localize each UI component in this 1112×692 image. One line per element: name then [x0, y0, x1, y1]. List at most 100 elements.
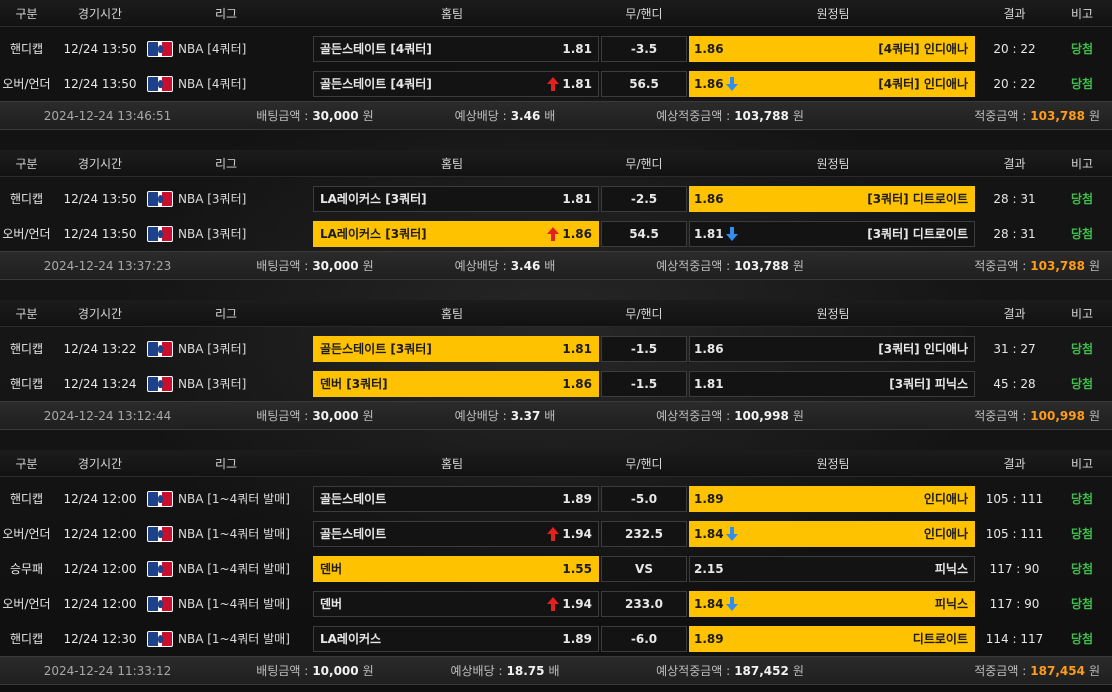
home-team-pick[interactable]: LA레이커스 [3쿼터] 1.86 — [313, 220, 599, 247]
expected-payout: 예상적중금액 :103,788 원 — [656, 258, 804, 274]
expected-odds: 예상배당 :18.75 배 — [450, 663, 560, 679]
handicap-value: -2.5 — [601, 185, 687, 212]
league-name: NBA [1~4쿼터 발매] — [178, 562, 290, 576]
slip-date: 2024-12-24 11:33:12 — [43, 663, 172, 678]
league-cell: NBA [3쿼터] — [147, 375, 305, 392]
status-badge: 당첨 — [1070, 527, 1094, 541]
header-type: 구분 — [15, 6, 38, 21]
match-time: 12/24 13:22 — [63, 341, 137, 356]
away-odds: 1.89 — [694, 631, 724, 646]
home-team-pick[interactable]: 덴버 1.55 — [313, 555, 599, 582]
home-odds: 1.81 — [562, 41, 592, 56]
handicap-value: -6.0 — [601, 625, 687, 652]
status-badge: 당첨 — [1070, 342, 1094, 356]
away-team-pick[interactable]: 1.86 [4쿼터] 인디애나 — [689, 70, 975, 97]
bet-row: 핸디캡 12/24 12:00 NBA [1~4쿼터 발매] 골든스테이트 1.… — [0, 481, 1112, 516]
away-team-pick[interactable]: 1.84 인디애나 — [689, 520, 975, 547]
league-cell: NBA [1~4쿼터 발매] — [147, 630, 305, 647]
home-team-name: LA레이커스 — [320, 632, 382, 646]
header-away: 원정팀 — [816, 456, 850, 471]
bet-type: 오버/언더 — [2, 597, 51, 611]
league-name: NBA [1~4쿼터 발매] — [178, 597, 290, 611]
status-badge: 당첨 — [1070, 77, 1094, 91]
home-team-pick[interactable]: LA레이커스 [3쿼터] 1.81 — [313, 185, 599, 212]
home-team-name: 골든스테이트 [3쿼터] — [320, 342, 432, 356]
header-result: 결과 — [1003, 6, 1026, 21]
away-team-pick[interactable]: 1.81 [3쿼터] 피닉스 — [689, 370, 975, 397]
home-team-pick[interactable]: 골든스테이트 1.94 — [313, 520, 599, 547]
match-time: 12/24 13:24 — [63, 376, 137, 391]
header-handicap: 무/핸디 — [625, 156, 663, 171]
handicap-value: -5.0 — [601, 485, 687, 512]
away-team-name: [4쿼터] 인디애나 — [878, 77, 968, 91]
away-odds: 2.15 — [694, 561, 724, 576]
match-result: 28 : 31 — [993, 226, 1036, 241]
away-odds: 1.81 — [694, 376, 724, 391]
home-odds: 1.94 — [562, 596, 592, 611]
home-team-pick[interactable]: 골든스테이트 [3쿼터] 1.81 — [313, 335, 599, 362]
match-result: 105 : 111 — [985, 526, 1044, 541]
away-team-pick[interactable]: 1.86 [3쿼터] 인디애나 — [689, 335, 975, 362]
nba-logo-icon — [147, 560, 173, 577]
bet-row: 오버/언더 12/24 13:50 NBA [4쿼터] 골든스테이트 [4쿼터]… — [0, 66, 1112, 101]
header-time: 경기시간 — [77, 6, 123, 21]
bet-type: 오버/언더 — [2, 227, 51, 241]
bet-type: 승무패 — [9, 562, 44, 576]
away-team-pick[interactable]: 1.84 피닉스 — [689, 590, 975, 617]
handicap-value: 56.5 — [601, 70, 687, 97]
nba-logo-icon — [147, 225, 173, 242]
bet-type: 오버/언더 — [2, 527, 51, 541]
home-team-pick[interactable]: 골든스테이트 [4쿼터] 1.81 — [313, 70, 599, 97]
header-handicap: 무/핸디 — [625, 306, 663, 321]
header-home: 홈팀 — [440, 6, 464, 21]
home-team-name: 골든스테이트 — [320, 492, 387, 506]
nba-logo-icon — [147, 40, 173, 57]
home-team-pick[interactable]: 골든스테이트 [4쿼터] 1.81 — [313, 35, 599, 62]
away-team-pick[interactable]: 1.89 인디애나 — [689, 485, 975, 512]
status-badge: 당첨 — [1070, 492, 1094, 506]
status-badge: 당첨 — [1070, 597, 1094, 611]
away-team-pick[interactable]: 1.81 [3쿼터] 디트로이트 — [689, 220, 975, 247]
header-league: 리그 — [214, 6, 238, 21]
league-cell: NBA [1~4쿼터 발매] — [147, 595, 305, 612]
league-cell: NBA [4쿼터] — [147, 40, 305, 57]
nba-logo-icon — [147, 190, 173, 207]
match-result: 45 : 28 — [993, 376, 1036, 391]
nba-logo-icon — [147, 375, 173, 392]
home-team-pick[interactable]: 덴버 1.94 — [313, 590, 599, 617]
header-result: 결과 — [1003, 306, 1026, 321]
match-time: 12/24 12:00 — [63, 596, 137, 611]
header-result: 결과 — [1003, 156, 1026, 171]
away-odds: 1.89 — [694, 491, 724, 506]
match-time: 12/24 12:00 — [63, 561, 137, 576]
away-team-pick[interactable]: 1.86 [4쿼터] 인디애나 — [689, 35, 975, 62]
home-team-name: 골든스테이트 [4쿼터] — [320, 42, 432, 56]
match-result: 105 : 111 — [985, 491, 1044, 506]
home-team-pick[interactable]: LA레이커스 1.89 — [313, 625, 599, 652]
home-team-pick[interactable]: 덴버 [3쿼터] 1.86 — [313, 370, 599, 397]
away-team-pick[interactable]: 1.89 디트로이트 — [689, 625, 975, 652]
expected-payout: 예상적중금액 :187,452 원 — [656, 663, 804, 679]
bet-row: 핸디캡 12/24 12:30 NBA [1~4쿼터 발매] LA레이커스 1.… — [0, 621, 1112, 656]
bet-amount: 배팅금액 :30,000 원 — [256, 108, 374, 124]
league-name: NBA [3쿼터] — [178, 192, 247, 206]
expected-odds: 예상배당 :3.46 배 — [454, 108, 556, 124]
league-name: NBA [1~4쿼터 발매] — [178, 632, 290, 646]
header-home: 홈팀 — [440, 306, 464, 321]
home-team-pick[interactable]: 골든스테이트 1.89 — [313, 485, 599, 512]
match-time: 12/24 12:00 — [63, 491, 137, 506]
away-team-name: [4쿼터] 인디애나 — [878, 42, 968, 56]
bet-amount: 배팅금액 :10,000 원 — [256, 663, 374, 679]
nba-logo-icon — [147, 75, 173, 92]
header-away: 원정팀 — [816, 306, 850, 321]
league-cell: NBA [1~4쿼터 발매] — [147, 490, 305, 507]
nba-logo-icon — [147, 630, 173, 647]
match-time: 12/24 13:50 — [63, 76, 137, 91]
header-away: 원정팀 — [816, 6, 850, 21]
handicap-value: VS — [601, 555, 687, 582]
header-league: 리그 — [214, 306, 238, 321]
header-type: 구분 — [15, 156, 38, 171]
away-team-pick[interactable]: 2.15 피닉스 — [689, 555, 975, 582]
slip-date: 2024-12-24 13:37:23 — [43, 258, 172, 273]
away-team-pick[interactable]: 1.86 [3쿼터] 디트로이트 — [689, 185, 975, 212]
